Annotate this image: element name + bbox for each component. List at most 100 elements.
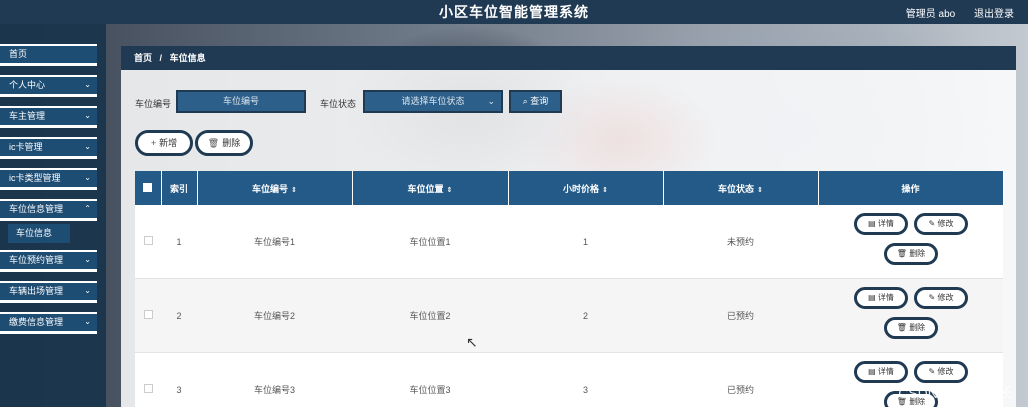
chevron-down-icon: ⌄ (84, 142, 91, 151)
logout-link[interactable]: 退出登录 (974, 9, 1014, 20)
chevron-up-icon: ⌃ (84, 204, 91, 213)
sidebar-item-reservation-management[interactable]: 车位预约管理 ⌄ (0, 250, 97, 272)
sidebar-item-label: 车主管理 (9, 111, 46, 121)
column-header-label: 车位位置 (407, 183, 444, 194)
sidebar-item-label: 首页 (9, 49, 28, 59)
column-header-label: 车位编号 (252, 183, 289, 194)
column-header-space-location[interactable]: 车位位置 ⇕ (352, 171, 509, 205)
space-table: 索引 车位编号 ⇕ 车位位置 ⇕ 小时价格 ⇕ 车位状态 ⇕ 操作 1 车位编号1 车位… (135, 171, 1004, 407)
cell-space-number: 车位编号3 (197, 352, 352, 407)
detail-button-label: 详情 (877, 293, 894, 302)
row-checkbox[interactable] (143, 236, 153, 245)
sort-icon: ⇕ (291, 186, 297, 194)
chevron-down-icon: ⌄ (84, 80, 91, 89)
chevron-down-icon: ⌄ (84, 111, 91, 120)
app-title: 小区车位智能管理系统 (439, 4, 589, 20)
search-icon: ⌕ (522, 96, 528, 106)
row-actions: ▤ 详情 ✎ 修改 🗑 删除 (818, 205, 1003, 278)
column-header-hourly-price[interactable]: 小时价格 ⇕ (508, 171, 664, 205)
row-delete-button[interactable]: 🗑 删除 (884, 317, 938, 339)
cell-space-status: 已预约 (663, 278, 818, 353)
row-checkbox-cell[interactable] (135, 352, 161, 407)
cell-index: 1 (161, 205, 197, 279)
cell-space-number: 车位编号2 (197, 278, 352, 353)
space-number-label: 车位编号 (135, 99, 172, 109)
edit-button-label: 修改 (937, 293, 954, 302)
row-delete-button-label: 删除 (909, 323, 926, 332)
main-content: 首页 / 车位信息 车位编号 车位编号 车位状态 请选择车位状态 ⌄ ⌕ 查询 … (121, 46, 1016, 407)
column-header-space-status[interactable]: 车位状态 ⇕ (663, 171, 819, 205)
row-delete-button-label: 删除 (909, 249, 926, 258)
breadcrumb-home[interactable]: 首页 (134, 53, 152, 63)
space-status-select[interactable]: 请选择车位状态 ⌄ (363, 90, 503, 113)
search-button[interactable]: ⌕ 查询 (509, 90, 562, 113)
sidebar-item-ic-card-management[interactable]: ic卡管理 ⌄ (0, 137, 97, 159)
trash-icon: 🗑 (896, 249, 910, 258)
add-button-label: 新增 (159, 138, 178, 148)
sidebar-item-exit-management[interactable]: 车辆出场管理 ⌄ (0, 281, 97, 303)
cell-hourly-price: 1 (508, 205, 663, 279)
sidebar-item-label: 车辆出场管理 (9, 286, 64, 296)
sidebar-item-label: ic卡类型管理 (9, 173, 61, 183)
sort-icon: ⇕ (757, 186, 763, 194)
edit-button[interactable]: ✎ 修改 (914, 287, 968, 309)
sidebar-item-payment-management[interactable]: 缴费信息管理 ⌄ (0, 312, 97, 334)
table-row: 1 车位编号1 车位位置1 1 未预约 ▤ 详情 ✎ 修改 🗑 删除 (135, 205, 1003, 279)
sidebar-item-label: 车位预约管理 (9, 255, 64, 265)
detail-button[interactable]: ▤ 详情 (854, 361, 908, 383)
chevron-down-icon: ⌄ (84, 173, 91, 182)
cell-space-location: 车位位置1 (352, 205, 508, 279)
cell-actions: ▤ 详情 ✎ 修改 🗑 删除 (818, 205, 1003, 279)
top-bar: 小区车位智能管理系统 管理员 abo 退出登录 (0, 0, 1028, 24)
edit-button-label: 修改 (937, 367, 954, 376)
row-checkbox[interactable] (143, 310, 153, 319)
chevron-down-icon: ⌄ (84, 317, 91, 326)
cell-hourly-price: 3 (508, 352, 663, 407)
edit-button-label: 修改 (937, 219, 954, 228)
detail-button[interactable]: ▤ 详情 (854, 213, 908, 235)
delete-button-label: 删除 (222, 138, 241, 148)
chevron-down-icon: ⌄ (84, 286, 91, 295)
sort-icon: ⇕ (602, 186, 608, 194)
sidebar-item-label: ic卡管理 (9, 142, 43, 152)
column-header-label: 车位状态 (718, 183, 755, 194)
sidebar-item-owner-management[interactable]: 车主管理 ⌄ (0, 106, 97, 128)
top-right-user-area: 管理员 abo 退出登录 (890, 5, 1014, 20)
detail-button[interactable]: ▤ 详情 (854, 287, 908, 309)
select-all-checkbox[interactable] (143, 182, 153, 192)
sidebar-item-label: 车位信息管理 (9, 204, 64, 214)
delete-button[interactable]: 🗑 删除 (195, 130, 253, 156)
admin-user-label: 管理员 abo (905, 9, 956, 20)
sidebar-item-label: 个人中心 (9, 80, 46, 90)
cell-space-location: 车位位置2 (352, 278, 508, 353)
row-checkbox[interactable] (143, 384, 153, 393)
sidebar-item-ic-card-type-management[interactable]: ic卡类型管理 ⌄ (0, 168, 97, 190)
trash-icon: 🗑 (207, 138, 220, 148)
sidebar-item-personal-center[interactable]: 个人中心 ⌄ (0, 75, 97, 97)
table-row: 3 车位编号3 车位位置3 3 已预约 ▤ 详情 ✎ 修改 🗑 删除 (135, 352, 1003, 407)
cell-space-number: 车位编号1 (197, 205, 352, 279)
column-header-space-number[interactable]: 车位编号 ⇕ (197, 171, 353, 205)
sidebar-subitem-space-info[interactable]: 车位信息 (8, 224, 70, 243)
detail-button-label: 详情 (877, 367, 894, 376)
detail-icon: ▤ (868, 293, 878, 302)
select-all-checkbox-cell[interactable] (135, 171, 162, 205)
breadcrumb-current: 车位信息 (169, 53, 206, 63)
row-delete-button[interactable]: 🗑 删除 (884, 243, 938, 265)
edit-button[interactable]: ✎ 修改 (914, 361, 968, 383)
add-button[interactable]: + 新增 (135, 130, 193, 156)
detail-button-label: 详情 (877, 219, 894, 228)
content-panel: 车位编号 车位编号 车位状态 请选择车位状态 ⌄ ⌕ 查询 +新增 🗑删除 (121, 70, 1016, 407)
column-header-actions: 操作 (818, 171, 1004, 205)
table-header-row: 索引 车位编号 ⇕ 车位位置 ⇕ 小时价格 ⇕ 车位状态 ⇕ 操作 (135, 171, 1004, 205)
table-row: 2 车位编号2 车位位置2 2 已预约 ▤ 详情 ✎ 修改 🗑 删除 (135, 278, 1003, 353)
edit-button[interactable]: ✎ 修改 (914, 213, 968, 235)
breadcrumb-separator: / (159, 53, 163, 63)
sidebar-item-space-info-management[interactable]: 车位信息管理 ⌃ (0, 199, 97, 221)
sidebar-item-home[interactable]: 首页 (0, 44, 97, 66)
space-number-input[interactable]: 车位编号 (176, 90, 306, 113)
row-checkbox-cell[interactable] (135, 205, 161, 279)
row-checkbox-cell[interactable] (135, 278, 161, 353)
sort-icon: ⇕ (446, 186, 453, 194)
cell-space-location: 车位位置3 (352, 352, 508, 407)
